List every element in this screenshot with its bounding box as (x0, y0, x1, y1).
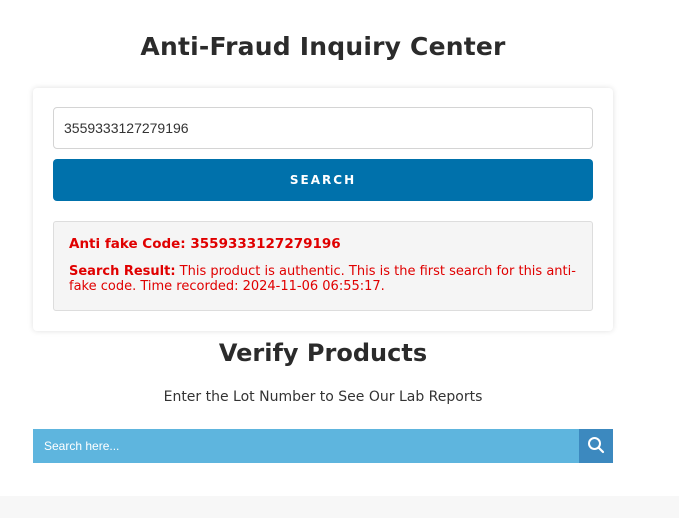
result-code-line: Anti fake Code: 3559333127279196 (69, 236, 341, 252)
result-label: Search Result: (69, 264, 176, 279)
anti-fake-code-input[interactable] (53, 107, 593, 149)
page: Anti-Fraud Inquiry Center SEARCH Anti fa… (0, 0, 679, 518)
lot-search-bar (33, 429, 613, 463)
search-icon (587, 436, 605, 457)
verify-products-title: Verify Products (218, 339, 428, 367)
footer-band (0, 496, 679, 518)
page-title: Anti-Fraud Inquiry Center (140, 32, 506, 61)
inquiry-card: SEARCH Anti fake Code: 3559333127279196 … (33, 88, 613, 331)
search-button[interactable]: SEARCH (53, 159, 593, 201)
search-result-box: Anti fake Code: 3559333127279196 Search … (53, 221, 593, 311)
verify-products-subtitle: Enter the Lot Number to See Our Lab Repo… (163, 389, 483, 405)
lot-search-input[interactable] (33, 429, 579, 463)
result-text: Search Result: This product is authentic… (69, 264, 577, 294)
lot-search-button[interactable] (579, 429, 613, 463)
